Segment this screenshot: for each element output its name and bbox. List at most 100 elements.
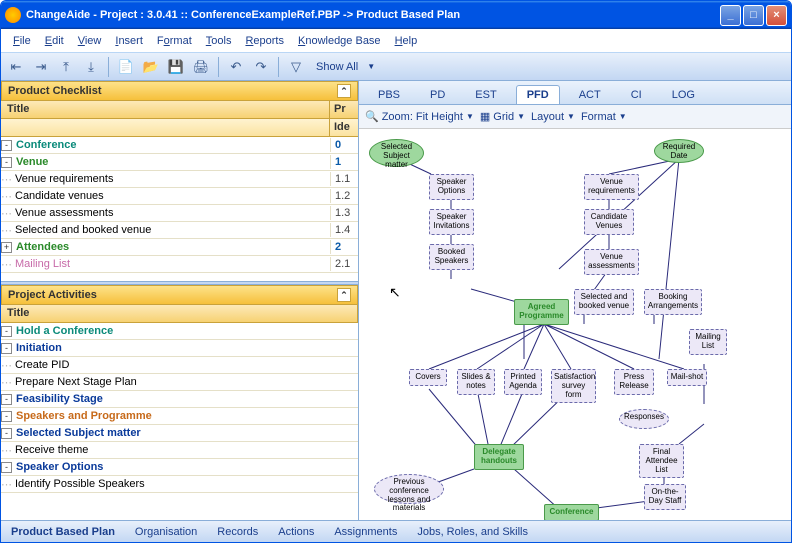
tab-log[interactable]: LOG <box>661 85 706 104</box>
checklist-tree[interactable]: -Conference0-Venue1⋯Venue requirements1.… <box>1 137 358 281</box>
minimize-button[interactable]: _ <box>720 5 741 26</box>
node-candidate-venues[interactable]: Candidate Venues <box>584 209 634 235</box>
btab-asn[interactable]: Assignments <box>330 524 401 540</box>
activities-collapse-icon[interactable]: ⌃ <box>337 288 351 302</box>
node-venue-assess[interactable]: Venue assessments <box>584 249 639 275</box>
btab-jrs[interactable]: Jobs, Roles, and Skills <box>413 524 532 540</box>
open-icon[interactable]: 📂 <box>140 56 162 78</box>
menu-edit[interactable]: Edit <box>39 33 70 49</box>
menu-view[interactable]: View <box>72 33 108 49</box>
diagram-canvas[interactable]: Selected Subject matter Required Date Sp… <box>359 129 791 520</box>
node-satform[interactable]: Satisfaction survey form <box>551 369 596 403</box>
node-onday[interactable]: On-the-Day Staff <box>644 484 686 510</box>
format-tool[interactable]: Format ▼ <box>581 111 627 123</box>
tree-toggle-icon[interactable]: - <box>1 462 12 473</box>
activities-tree[interactable]: -Hold a Conference-Initiation⋯Create PID… <box>1 323 358 520</box>
new-icon[interactable]: 📄 <box>115 56 137 78</box>
node-selected-venue[interactable]: Selected and booked venue <box>574 289 634 315</box>
zoom-tool[interactable]: 🔍 Zoom: Fit Height ▼ <box>365 110 474 123</box>
tree-row[interactable]: -Hold a Conference <box>1 323 358 340</box>
node-slides[interactable]: Slides & notes <box>457 369 495 395</box>
node-subject-matter[interactable]: Selected Subject matter <box>369 139 424 167</box>
menu-reports[interactable]: Reports <box>239 33 290 49</box>
undo-icon[interactable]: ↶ <box>225 56 247 78</box>
redo-icon[interactable]: ↷ <box>250 56 272 78</box>
tree-row[interactable]: -Initiation <box>1 340 358 357</box>
node-speaker-options[interactable]: Speaker Options <box>429 174 474 200</box>
moveup-icon[interactable]: ⤒ <box>55 56 77 78</box>
menu-kb[interactable]: Knowledge Base <box>292 33 387 49</box>
node-final-list[interactable]: Final Attendee List <box>639 444 684 478</box>
tree-row[interactable]: -Speakers and Programme <box>1 408 358 425</box>
menu-help[interactable]: Help <box>389 33 424 49</box>
tab-ci[interactable]: CI <box>620 85 653 104</box>
menu-insert[interactable]: Insert <box>109 33 149 49</box>
tree-toggle-icon[interactable]: - <box>1 140 12 151</box>
tree-toggle-icon[interactable]: - <box>1 343 12 354</box>
tree-row[interactable]: ⋯Identify Possible Speakers <box>1 476 358 493</box>
tree-row[interactable]: ⋯Venue requirements1.1 <box>1 171 358 188</box>
tree-row[interactable]: -Selected Subject matter <box>1 425 358 442</box>
node-agenda[interactable]: Printed Agenda <box>504 369 542 395</box>
tab-act[interactable]: ACT <box>568 85 612 104</box>
tree-toggle-icon[interactable]: - <box>1 428 12 439</box>
node-covers[interactable]: Covers <box>409 369 447 386</box>
tab-est[interactable]: EST <box>464 85 507 104</box>
tree-row[interactable]: ⋯Candidate venues1.2 <box>1 188 358 205</box>
tree-row[interactable]: ⋯Selected and booked venue1.4 <box>1 222 358 239</box>
node-press[interactable]: Press Release <box>614 369 654 395</box>
filter-icon[interactable]: ▽ <box>285 56 307 78</box>
node-responses[interactable]: Responses <box>619 409 669 429</box>
node-delegate-handouts[interactable]: Delegate handouts <box>474 444 524 470</box>
tree-row[interactable]: -Venue1 <box>1 154 358 171</box>
tree-row[interactable]: +Attendees2 <box>1 239 358 256</box>
close-button[interactable]: × <box>766 5 787 26</box>
node-venue-req[interactable]: Venue requirements <box>584 174 639 200</box>
tree-toggle-icon[interactable]: - <box>1 157 12 168</box>
tree-toggle-icon[interactable]: + <box>1 242 12 253</box>
tree-row[interactable]: ⋯Venue assessments1.3 <box>1 205 358 222</box>
checklist-collapse-icon[interactable]: ⌃ <box>337 84 351 98</box>
indent-icon[interactable]: ⇥ <box>30 56 52 78</box>
tree-row[interactable]: ⋯Create PID <box>1 357 358 374</box>
movedown-icon[interactable]: ⤓ <box>80 56 102 78</box>
btab-act[interactable]: Actions <box>274 524 318 540</box>
layout-tool[interactable]: Layout ▼ <box>531 111 575 123</box>
tab-pfd[interactable]: PFD <box>516 85 560 104</box>
tree-toggle-icon[interactable]: - <box>1 326 12 337</box>
node-mailshot[interactable]: Mail-shot <box>667 369 707 386</box>
save-icon[interactable]: 💾 <box>165 56 187 78</box>
node-mailing-list[interactable]: Mailing List <box>689 329 727 355</box>
bottom-tabs: Product Based Plan Organisation Records … <box>1 520 791 542</box>
node-required-date[interactable]: Required Date <box>654 139 704 163</box>
node-booked-speakers[interactable]: Booked Speakers <box>429 244 474 270</box>
tree-row[interactable]: -Speaker Options <box>1 459 358 476</box>
print-icon[interactable]: 🖨 <box>190 56 212 78</box>
menu-tools[interactable]: Tools <box>200 33 238 49</box>
btab-rec[interactable]: Records <box>213 524 262 540</box>
showall-arrow-icon[interactable]: ▼ <box>367 62 375 71</box>
node-conference[interactable]: Conference <box>544 504 599 520</box>
tab-pbs[interactable]: PBS <box>367 85 411 104</box>
tree-label: Venue <box>16 156 48 168</box>
tree-row[interactable]: ⋯Receive theme <box>1 442 358 459</box>
outdent-icon[interactable]: ⇤ <box>5 56 27 78</box>
btab-pbp[interactable]: Product Based Plan <box>7 524 119 540</box>
node-speaker-inv[interactable]: Speaker Invitations <box>429 209 474 235</box>
tree-row[interactable]: -Conference0 <box>1 137 358 154</box>
tree-toggle-icon[interactable]: - <box>1 394 12 405</box>
tree-toggle-icon[interactable]: - <box>1 411 12 422</box>
btab-org[interactable]: Organisation <box>131 524 201 540</box>
menu-file[interactable]: File <box>7 33 37 49</box>
maximize-button[interactable]: □ <box>743 5 764 26</box>
tree-row[interactable]: -Feasibility Stage <box>1 391 358 408</box>
node-prev-conf[interactable]: Previous conference lessons and material… <box>374 474 444 504</box>
tab-pd[interactable]: PD <box>419 85 456 104</box>
tree-row[interactable]: ⋯Prepare Next Stage Plan <box>1 374 358 391</box>
showall-button[interactable]: Show All <box>310 59 364 75</box>
menu-format[interactable]: Format <box>151 33 198 49</box>
node-booking-arr[interactable]: Booking Arrangements <box>644 289 702 315</box>
grid-tool[interactable]: ▦ Grid ▼ <box>480 110 525 123</box>
tree-row[interactable]: ⋯Mailing List2.1 <box>1 256 358 273</box>
node-agreed-programme[interactable]: Agreed Programme <box>514 299 569 325</box>
